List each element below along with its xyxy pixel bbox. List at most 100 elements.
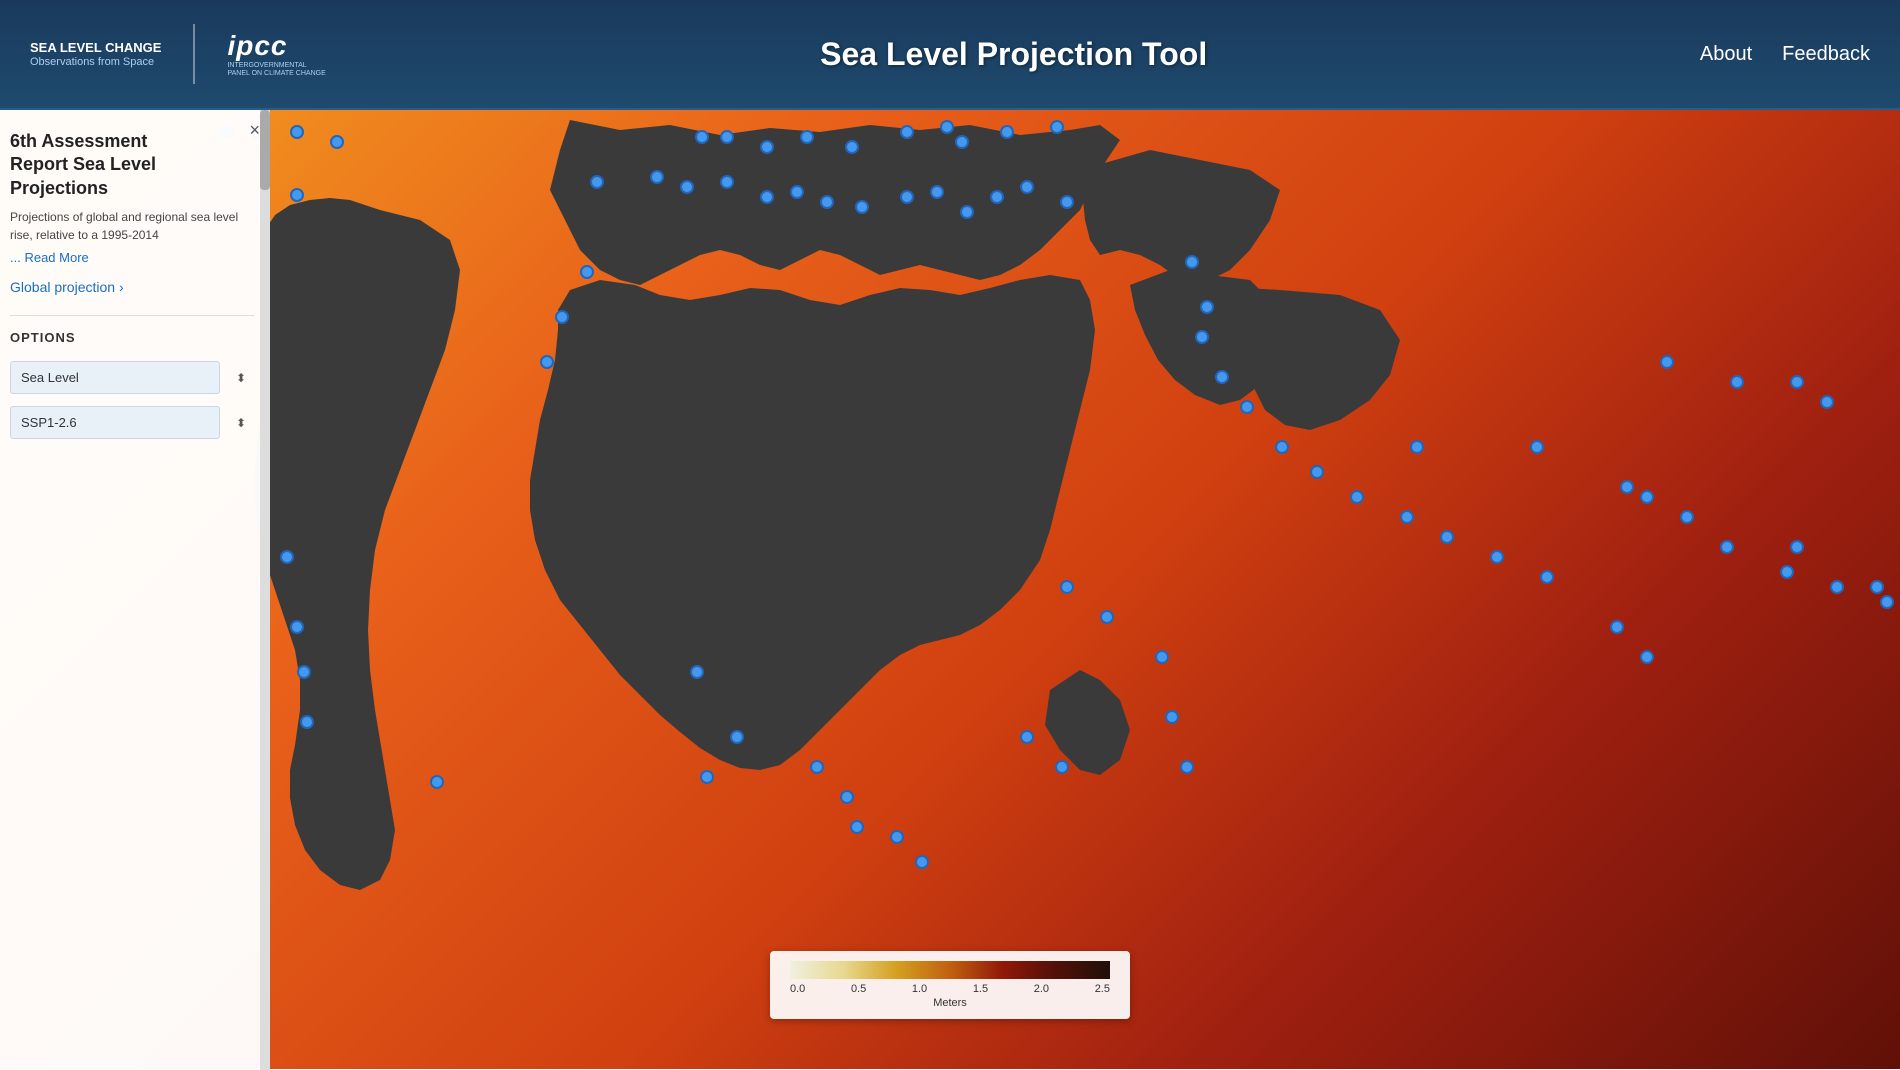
tide-gauge-dot[interactable] (1820, 395, 1834, 409)
tide-gauge-dot[interactable] (330, 135, 344, 149)
logo-title-main: SEA LEVEL CHANGE (30, 40, 161, 57)
tide-gauge-dot[interactable] (1400, 510, 1414, 524)
tide-gauge-dot[interactable] (1215, 370, 1229, 384)
tide-gauge-dot[interactable] (1540, 570, 1554, 584)
tide-gauge-dot[interactable] (730, 730, 744, 744)
tide-gauge-dot[interactable] (720, 175, 734, 189)
read-more-link[interactable]: ... Read More (10, 250, 254, 265)
tide-gauge-dot[interactable] (955, 135, 969, 149)
tide-gauge-dot[interactable] (1020, 730, 1034, 744)
tide-gauge-dot[interactable] (1490, 550, 1504, 564)
tide-gauge-dot[interactable] (1780, 565, 1794, 579)
tide-gauge-dot[interactable] (1530, 440, 1544, 454)
tide-gauge-dot[interactable] (290, 188, 304, 202)
tide-gauge-dot[interactable] (1830, 580, 1844, 594)
tide-gauge-dot[interactable] (855, 200, 869, 214)
ipcc-logo-area: ipcc INTERGOVERNMENTAL PANEL ON CLIMATE … (227, 30, 327, 79)
tide-gauge-dot[interactable] (700, 770, 714, 784)
tide-gauge-dot[interactable] (1050, 120, 1064, 134)
tide-gauge-dot[interactable] (290, 620, 304, 634)
tide-gauge-dot[interactable] (1790, 375, 1804, 389)
select-arrow-icon: ⬍ (236, 371, 246, 385)
header-divider (193, 24, 195, 84)
tide-gauge-dot[interactable] (695, 130, 709, 144)
tide-gauge-dot[interactable] (1020, 180, 1034, 194)
map-container[interactable]: 0.0 0.5 1.0 1.5 2.0 2.5 Meters (0, 110, 1900, 1069)
tide-gauge-dot[interactable] (690, 665, 704, 679)
logo-area: SEA LEVEL CHANGE Observations from Space… (30, 24, 327, 84)
tide-gauge-dot[interactable] (1195, 330, 1209, 344)
tide-gauge-dot[interactable] (1240, 400, 1254, 414)
tide-gauge-dot[interactable] (1100, 610, 1114, 624)
tide-gauge-dot[interactable] (720, 130, 734, 144)
tide-gauge-dot[interactable] (650, 170, 664, 184)
tide-gauge-dot[interactable] (1870, 580, 1884, 594)
tide-gauge-dot[interactable] (1200, 300, 1214, 314)
tide-gauge-dot[interactable] (1180, 760, 1194, 774)
tide-gauge-dot[interactable] (1440, 530, 1454, 544)
tide-gauge-dot[interactable] (890, 830, 904, 844)
tide-gauge-dot[interactable] (1640, 490, 1654, 504)
tide-gauge-dot[interactable] (280, 550, 294, 564)
tide-gauge-dot[interactable] (1000, 125, 1014, 139)
header-center: Sea Level Projection Tool (327, 36, 1699, 73)
close-button[interactable]: × (249, 120, 260, 141)
tide-gauge-dot[interactable] (430, 775, 444, 789)
tide-gauge-dot[interactable] (915, 855, 929, 869)
tide-gauge-dot[interactable] (930, 185, 944, 199)
about-link[interactable]: About (1700, 43, 1752, 66)
tide-gauge-dot[interactable] (845, 140, 859, 154)
tide-gauge-dot[interactable] (1610, 620, 1624, 634)
tide-gauge-dot[interactable] (1165, 710, 1179, 724)
tide-gauge-dot[interactable] (580, 265, 594, 279)
tide-gauge-dot[interactable] (1640, 650, 1654, 664)
tide-gauge-dot[interactable] (1060, 580, 1074, 594)
tide-gauge-dot[interactable] (850, 820, 864, 834)
tide-gauge-dot[interactable] (1730, 375, 1744, 389)
sea-level-select[interactable]: Sea Level Mean Sea Level Extreme Sea Lev… (10, 361, 220, 394)
tide-gauge-dot[interactable] (1620, 480, 1634, 494)
tide-gauge-dot[interactable] (1660, 355, 1674, 369)
tide-gauge-dot[interactable] (760, 190, 774, 204)
tide-gauge-dot[interactable] (1410, 440, 1424, 454)
tide-gauge-dot[interactable] (1880, 595, 1894, 609)
sea-level-select-wrapper: Sea Level Mean Sea Level Extreme Sea Lev… (10, 361, 254, 394)
color-legend: 0.0 0.5 1.0 1.5 2.0 2.5 Meters (770, 951, 1130, 1019)
tide-gauge-dot[interactable] (1790, 540, 1804, 554)
legend-label-4: 2.0 (1034, 983, 1049, 995)
tide-gauge-dot[interactable] (760, 140, 774, 154)
tide-gauge-dot[interactable] (1155, 650, 1169, 664)
tide-gauge-dot[interactable] (1350, 490, 1364, 504)
feedback-link[interactable]: Feedback (1782, 43, 1870, 66)
tide-gauge-dot[interactable] (820, 195, 834, 209)
tide-gauge-dot[interactable] (1720, 540, 1734, 554)
tide-gauge-dot[interactable] (680, 180, 694, 194)
sidebar-scrollbar[interactable] (260, 110, 270, 1070)
tide-gauge-dot[interactable] (790, 185, 804, 199)
global-projection-link[interactable]: Global projection › (10, 279, 254, 295)
tide-gauge-dot[interactable] (1185, 255, 1199, 269)
tide-gauge-dot[interactable] (810, 760, 824, 774)
tide-gauge-dot[interactable] (1055, 760, 1069, 774)
tide-gauge-dot[interactable] (840, 790, 854, 804)
scenario-select[interactable]: SSP1-2.6 SSP2-4.5 SSP3-7.0 SSP5-8.5 (10, 406, 220, 439)
tide-gauge-dot[interactable] (590, 175, 604, 189)
tide-gauge-dot[interactable] (1680, 510, 1694, 524)
ipcc-subtitle: INTERGOVERNMENTAL PANEL ON CLIMATE CHANG… (227, 62, 327, 79)
legend-label-2: 1.0 (912, 983, 927, 995)
tide-gauge-dot[interactable] (290, 125, 304, 139)
tide-gauge-dot[interactable] (1060, 195, 1074, 209)
tide-gauge-dot[interactable] (555, 310, 569, 324)
tide-gauge-dot[interactable] (1310, 465, 1324, 479)
tide-gauge-dot[interactable] (940, 120, 954, 134)
scrollbar-thumb[interactable] (260, 110, 270, 190)
tide-gauge-dot[interactable] (900, 125, 914, 139)
tide-gauge-dot[interactable] (990, 190, 1004, 204)
tide-gauge-dot[interactable] (800, 130, 814, 144)
tide-gauge-dot[interactable] (297, 665, 311, 679)
tide-gauge-dot[interactable] (300, 715, 314, 729)
tide-gauge-dot[interactable] (960, 205, 974, 219)
tide-gauge-dot[interactable] (540, 355, 554, 369)
tide-gauge-dot[interactable] (900, 190, 914, 204)
tide-gauge-dot[interactable] (1275, 440, 1289, 454)
